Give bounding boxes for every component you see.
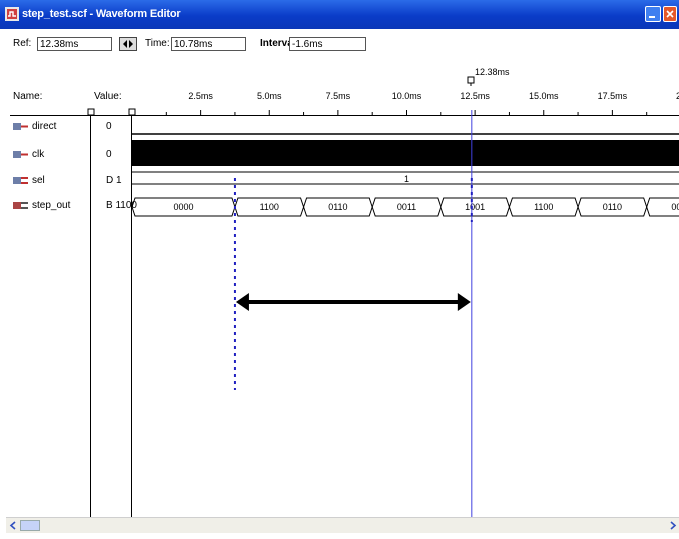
scrollbar-thumb[interactable]: [20, 520, 40, 531]
signal-value: 0: [106, 149, 112, 160]
time-tick-label: 10.0ms: [391, 91, 422, 101]
time-toolbar: Ref: 12.38ms Time: 10.78ms Interval: -1.…: [0, 29, 679, 64]
close-icon: [666, 10, 674, 18]
bus-segment-value: 0110: [328, 202, 347, 212]
sel-level-text: 1: [404, 174, 409, 184]
bus-segment-value: 1100: [534, 202, 553, 212]
interval-arrow-left-head: [235, 293, 249, 311]
time-label: Time:: [145, 38, 170, 49]
bus-segment-value: 1001: [465, 202, 485, 212]
stepper-arrows-icon: [123, 40, 133, 48]
clk-waveform: [132, 140, 679, 166]
bus-segment-value: 1100: [260, 202, 279, 212]
cursor-time-label: 12.38ms: [475, 67, 510, 77]
input-pin-icon: [13, 123, 28, 130]
bus-segment-value: 0011: [397, 202, 416, 212]
output-bus-icon: [13, 202, 28, 209]
time-tick-label: 17.5ms: [597, 91, 628, 101]
ref-field[interactable]: 12.38ms: [37, 37, 112, 51]
signal-value: D 1: [106, 175, 122, 186]
ref-stepper[interactable]: [119, 37, 137, 51]
signal-name: step_out: [32, 200, 71, 211]
ref-label: Ref:: [13, 38, 32, 49]
scroll-left-icon[interactable]: [8, 520, 18, 531]
bus-segment-value: 0011: [671, 202, 679, 212]
input-pin-icon: [13, 151, 28, 158]
value-column-header: Value:: [94, 91, 122, 102]
horizontal-scrollbar[interactable]: [6, 517, 679, 533]
time-tick-label: 2.5ms: [188, 91, 213, 101]
waveform-app-icon: [5, 7, 19, 21]
time-tick-label: 12.5ms: [460, 91, 490, 101]
signal-value: 0: [106, 121, 112, 132]
time-field[interactable]: 10.78ms: [171, 37, 246, 51]
title-bar: step_test.scf - Waveform Editor: [0, 0, 679, 29]
scroll-right-icon[interactable]: [668, 520, 678, 531]
bus-segment-value: 0000: [173, 202, 193, 212]
bus-segment-value: 0110: [603, 202, 622, 212]
name-divider-handle-icon: [87, 108, 95, 116]
input-bus-icon: [13, 177, 28, 184]
minimize-icon: [649, 16, 655, 18]
time-tick-label: 15.0ms: [528, 91, 559, 101]
time-tick-label: 5.0ms: [256, 91, 282, 101]
signal-name: clk: [32, 149, 45, 160]
minimize-button[interactable]: [645, 6, 661, 22]
interval-field[interactable]: -1.6ms: [289, 37, 366, 51]
signal-name: direct: [32, 121, 57, 132]
signal-name: sel: [32, 175, 45, 186]
time-tick-label: 7.5ms: [325, 91, 351, 101]
interval-arrow-right-head: [457, 293, 471, 311]
window-title: step_test.scf - Waveform Editor: [22, 8, 181, 20]
name-column-header: Name:: [13, 91, 43, 102]
waveform-canvas[interactable]: 1000011000110001110011100011000111001: [132, 110, 679, 517]
close-button[interactable]: [663, 6, 677, 22]
